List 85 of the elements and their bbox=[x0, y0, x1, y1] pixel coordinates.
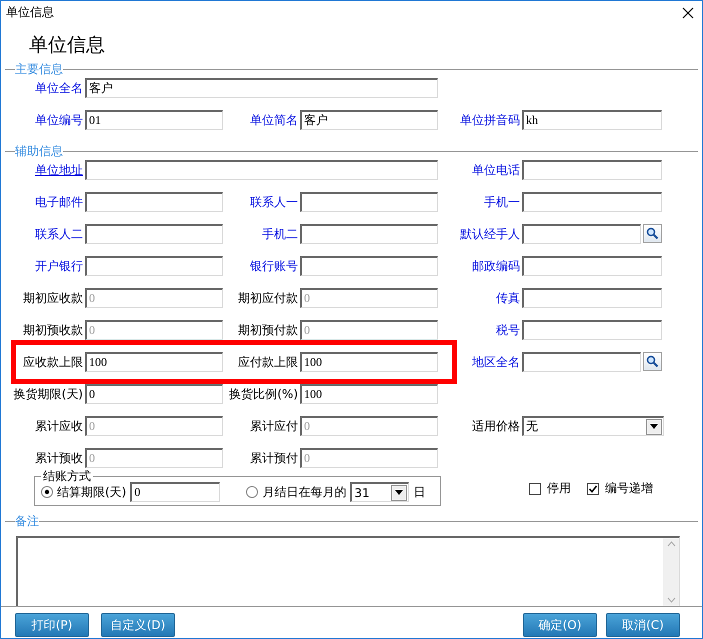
notes-field[interactable] bbox=[16, 536, 680, 606]
dropdown-button[interactable] bbox=[646, 418, 662, 434]
radio-label[interactable]: 月结日在每月的 bbox=[262, 484, 346, 500]
field-label: 单位全名 bbox=[35, 80, 83, 96]
field-label: 手机一 bbox=[484, 194, 520, 210]
input-field[interactable]: 客户 bbox=[300, 110, 438, 130]
field-label: 默认经手人 bbox=[460, 226, 520, 242]
field-label: 联系人二 bbox=[35, 226, 83, 242]
dialog-button[interactable]: 打印(P) bbox=[15, 613, 89, 637]
field-label: 地区全名 bbox=[472, 354, 520, 370]
search-icon bbox=[646, 227, 659, 240]
input-field[interactable] bbox=[300, 192, 438, 212]
field-label: 期初应付款 bbox=[238, 290, 298, 306]
field-label: 换货期限(天) bbox=[14, 386, 83, 402]
input-field[interactable] bbox=[85, 224, 223, 244]
input-field[interactable]: 100 bbox=[85, 352, 223, 372]
dialog-heading: 单位信息 bbox=[29, 33, 106, 58]
section-title: 辅助信息 bbox=[15, 144, 63, 158]
caret-icon bbox=[395, 490, 404, 495]
field-label: 期初应收款 bbox=[23, 290, 83, 306]
input-field[interactable]: 100 bbox=[300, 384, 438, 404]
field-label: 单位电话 bbox=[472, 162, 520, 178]
field-label: 税号 bbox=[496, 322, 520, 338]
field-label: 单位简名 bbox=[250, 112, 298, 128]
input-field[interactable] bbox=[300, 224, 438, 244]
field-label: 单位编号 bbox=[35, 112, 83, 128]
field-label: 银行账号 bbox=[250, 258, 298, 274]
lookup-button[interactable] bbox=[643, 224, 662, 243]
input-field[interactable]: 0 bbox=[130, 482, 220, 502]
unit-label: 日 bbox=[413, 484, 426, 500]
field-label: 单位拼音码 bbox=[460, 112, 520, 128]
radio-button[interactable] bbox=[246, 486, 258, 498]
dialog-button[interactable]: 确定(O) bbox=[523, 613, 597, 637]
input-field[interactable] bbox=[85, 160, 438, 180]
field-label: 累计应收 bbox=[35, 418, 83, 434]
field-label: 期初预付款 bbox=[238, 322, 298, 338]
input-field[interactable] bbox=[522, 224, 641, 244]
dropdown-field[interactable]: 31 bbox=[350, 482, 410, 502]
input-field[interactable] bbox=[85, 256, 223, 276]
input-field[interactable]: kh bbox=[522, 110, 662, 130]
dropdown-button[interactable] bbox=[391, 484, 408, 500]
field-label: 手机二 bbox=[262, 226, 298, 242]
lookup-button[interactable] bbox=[643, 352, 662, 371]
input-field[interactable] bbox=[522, 288, 662, 308]
field-label: 换货比例(%) bbox=[229, 386, 298, 402]
input-field[interactable]: 0 bbox=[85, 384, 223, 404]
input-field[interactable] bbox=[522, 160, 662, 180]
field-label: 应收款上限 bbox=[23, 354, 83, 370]
checkbox-label[interactable]: 停用 bbox=[547, 480, 571, 497]
group-title: 结账方式 bbox=[42, 470, 92, 482]
field-label: 期初预收款 bbox=[23, 322, 83, 338]
section-title: 主要信息 bbox=[15, 62, 63, 76]
dialog-button[interactable]: 取消(C) bbox=[606, 613, 680, 637]
checkbox-label[interactable]: 编号递增 bbox=[605, 480, 653, 497]
field-label: 邮政编码 bbox=[472, 258, 520, 274]
input-field[interactable] bbox=[522, 192, 662, 212]
field-label: 累计预收 bbox=[35, 450, 83, 466]
input-field[interactable] bbox=[522, 352, 641, 372]
field-label: 开户银行 bbox=[35, 258, 83, 274]
dialog-button[interactable]: 自定义(D) bbox=[101, 613, 175, 637]
checkbox[interactable] bbox=[587, 482, 599, 494]
input-field[interactable]: 100 bbox=[300, 352, 438, 372]
input-field[interactable]: 01 bbox=[85, 110, 223, 130]
input-field[interactable] bbox=[300, 256, 438, 276]
input-field[interactable] bbox=[85, 192, 223, 212]
search-icon bbox=[646, 355, 659, 368]
dropdown-field[interactable]: 无 bbox=[522, 416, 664, 436]
input-field[interactable] bbox=[522, 256, 662, 276]
field-label: 适用价格 bbox=[472, 418, 520, 434]
field-label: 电子邮件 bbox=[35, 194, 83, 210]
input-field[interactable]: 客户 bbox=[85, 78, 438, 98]
section-title: 备注 bbox=[15, 514, 39, 528]
field-label: 联系人一 bbox=[250, 194, 298, 210]
radio-button[interactable] bbox=[41, 486, 53, 498]
input-field[interactable] bbox=[522, 320, 662, 340]
field-label: 应付款上限 bbox=[238, 354, 298, 370]
checkbox[interactable] bbox=[529, 482, 541, 494]
close-icon[interactable] bbox=[682, 6, 694, 18]
field-label: 累计应付 bbox=[250, 418, 298, 434]
radio-label[interactable]: 结算期限(天) bbox=[57, 484, 126, 500]
field-label: 传真 bbox=[496, 290, 520, 306]
window-title: 单位信息 bbox=[6, 4, 54, 21]
field-label: 累计预付 bbox=[250, 450, 298, 466]
field-label[interactable]: 单位地址 bbox=[35, 162, 83, 178]
caret-icon bbox=[650, 424, 658, 429]
